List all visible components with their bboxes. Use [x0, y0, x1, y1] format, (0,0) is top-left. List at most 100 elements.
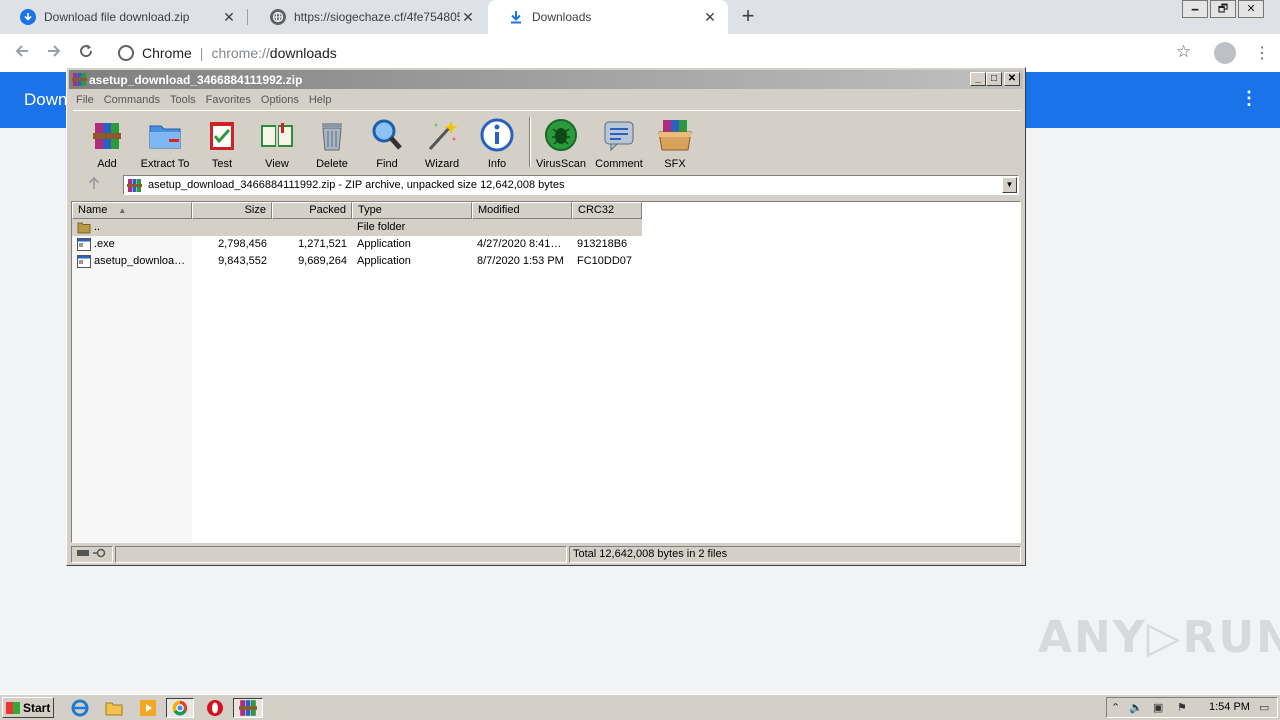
- tab-close-button[interactable]: ✕: [221, 9, 237, 26]
- column-header-modified[interactable]: Modified: [472, 202, 572, 219]
- chrome-taskbar-button[interactable]: [166, 698, 194, 718]
- explorer-folder-icon[interactable]: [104, 698, 124, 718]
- tool-delete-button[interactable]: Delete: [304, 115, 360, 170]
- new-tab-button[interactable]: +: [738, 5, 758, 29]
- tool-wizard-button[interactable]: Wizard: [414, 115, 470, 170]
- media-player-icon[interactable]: [138, 698, 158, 718]
- downloads-menu-icon[interactable]: ⋮: [1240, 88, 1258, 109]
- browser-tabstrip: Download file download.zip ✕ https://sio…: [0, 0, 1280, 34]
- table-row[interactable]: asetup_downloa… 9,843,552 9,689,264 Appl…: [72, 253, 642, 270]
- file-size: [192, 219, 272, 236]
- tool-comment-button[interactable]: Comment: [591, 115, 647, 170]
- column-header-packed[interactable]: Packed: [272, 202, 352, 219]
- status-total: Total 12,642,008 bytes in 2 files: [569, 546, 1021, 563]
- file-modified: 4/27/2020 8:41…: [477, 238, 562, 250]
- add-archive-icon: [93, 123, 121, 149]
- info-icon: [480, 118, 514, 152]
- tab-close-button[interactable]: ✕: [702, 9, 718, 26]
- restore-button[interactable]: 🗗: [1210, 0, 1236, 18]
- volume-icon[interactable]: 🔈: [1129, 701, 1143, 714]
- tab-downloads[interactable]: Downloads ✕: [488, 0, 728, 34]
- winrar-titlebar[interactable]: asetup_download_3466884111992.zip _ □ ✕: [69, 70, 1023, 89]
- back-button[interactable]: [10, 42, 34, 64]
- magnifier-icon: [372, 119, 402, 150]
- internet-explorer-icon[interactable]: [70, 698, 90, 718]
- tray-expand-icon[interactable]: ⌃: [1111, 701, 1120, 714]
- tool-find-button[interactable]: Find: [359, 115, 415, 170]
- file-modified: [472, 219, 572, 236]
- file-type: File folder: [357, 221, 406, 233]
- forward-button[interactable]: [42, 42, 66, 64]
- winrar-close-button[interactable]: ✕: [1004, 72, 1020, 86]
- windows-taskbar: Start ⌃ 🔈 ▣ ⚑ 1:54 PM ▭: [0, 694, 1280, 720]
- tool-virusscan-button[interactable]: VirusScan: [533, 115, 589, 170]
- archive-path-combobox[interactable]: asetup_download_3466884111992.zip - ZIP …: [123, 175, 1019, 195]
- file-size: 2,798,456: [218, 238, 267, 250]
- column-header-size[interactable]: Size: [192, 202, 272, 219]
- view-book-icon: [261, 123, 293, 147]
- action-center-flag-icon[interactable]: ⚑: [1177, 701, 1187, 714]
- winrar-maximize-button[interactable]: □: [986, 72, 1002, 86]
- tool-sfx-button[interactable]: SFX: [647, 115, 703, 170]
- wand-icon: [428, 121, 458, 151]
- minimize-button[interactable]: 🗕: [1182, 0, 1208, 18]
- file-packed: 9,689,264: [298, 255, 347, 267]
- column-header-type[interactable]: Type: [352, 202, 472, 219]
- bookmark-star-icon[interactable]: ☆: [1176, 42, 1191, 62]
- show-desktop-icon[interactable]: ▭: [1259, 701, 1269, 714]
- reload-button[interactable]: [74, 42, 98, 64]
- tool-label: Delete: [316, 158, 348, 170]
- test-clipboard-icon: [210, 122, 234, 150]
- file-list[interactable]: Name ▲ Size Packed Type Modified CRC32 .…: [71, 201, 1021, 543]
- download-arrow-icon: [508, 9, 524, 25]
- winrar-window-controls: _ □ ✕: [970, 72, 1020, 86]
- reload-icon: [80, 44, 93, 58]
- tool-label: View: [265, 158, 289, 170]
- table-row[interactable]: .. File folder: [72, 219, 642, 236]
- up-one-level-button[interactable]: [81, 176, 107, 194]
- omnibox[interactable]: Chrome | chrome:// downloads: [108, 39, 1196, 67]
- tool-info-button[interactable]: Info: [469, 115, 525, 170]
- system-tray: ⌃ 🔈 ▣ ⚑ 1:54 PM ▭: [1106, 697, 1278, 718]
- close-window-button[interactable]: ✕: [1238, 0, 1264, 18]
- tool-label: Extract To: [140, 158, 190, 170]
- tab-download-file[interactable]: Download file download.zip ✕: [0, 0, 247, 34]
- column-header-crc32[interactable]: CRC32: [572, 202, 642, 219]
- chrome-menu-icon[interactable]: ⋮: [1254, 43, 1270, 63]
- menu-tools[interactable]: Tools: [165, 91, 201, 109]
- tool-add-button[interactable]: Add: [79, 115, 135, 170]
- comment-icon: [604, 121, 634, 152]
- winrar-taskbar-button[interactable]: [233, 698, 263, 718]
- tool-test-button[interactable]: Test: [194, 115, 250, 170]
- winrar-archive-icon: [127, 179, 142, 192]
- tool-label: Wizard: [424, 158, 460, 170]
- tool-view-button[interactable]: View: [249, 115, 305, 170]
- anyrun-watermark: ANY▷RUN: [1038, 612, 1280, 663]
- menu-options[interactable]: Options: [256, 91, 304, 109]
- sfx-box-icon: [658, 120, 692, 151]
- drive-key-icon[interactable]: [71, 546, 113, 563]
- tool-label: Add: [97, 158, 117, 170]
- file-type: Application: [357, 255, 411, 267]
- menu-help[interactable]: Help: [304, 91, 337, 109]
- tab-siogechaze[interactable]: https://siogechaze.cf/4fe75480575 ✕: [250, 0, 486, 34]
- column-header-name[interactable]: Name ▲: [72, 202, 192, 219]
- start-button[interactable]: Start: [2, 697, 54, 718]
- network-icon[interactable]: ▣: [1153, 701, 1163, 714]
- globe-icon: [270, 9, 286, 25]
- menu-favorites[interactable]: Favorites: [201, 91, 256, 109]
- dropdown-arrow-icon[interactable]: ▼: [1002, 177, 1017, 193]
- table-row[interactable]: .exe 2,798,456 1,271,521 Application 4/2…: [72, 236, 642, 253]
- taskbar-clock[interactable]: 1:54 PM: [1209, 701, 1250, 713]
- winrar-minimize-button[interactable]: _: [970, 72, 986, 86]
- profile-avatar-icon[interactable]: [1214, 42, 1236, 64]
- menu-commands[interactable]: Commands: [99, 91, 165, 109]
- tool-extract-to-button[interactable]: Extract To: [137, 115, 193, 170]
- forward-arrow-icon: [48, 45, 61, 57]
- opera-icon[interactable]: [205, 698, 225, 718]
- extract-folder-icon: [149, 125, 181, 149]
- menu-file[interactable]: File: [71, 91, 99, 109]
- tab-close-button[interactable]: ✕: [460, 9, 476, 26]
- file-packed: 1,271,521: [298, 238, 347, 250]
- sort-ascending-icon: ▲: [118, 206, 127, 215]
